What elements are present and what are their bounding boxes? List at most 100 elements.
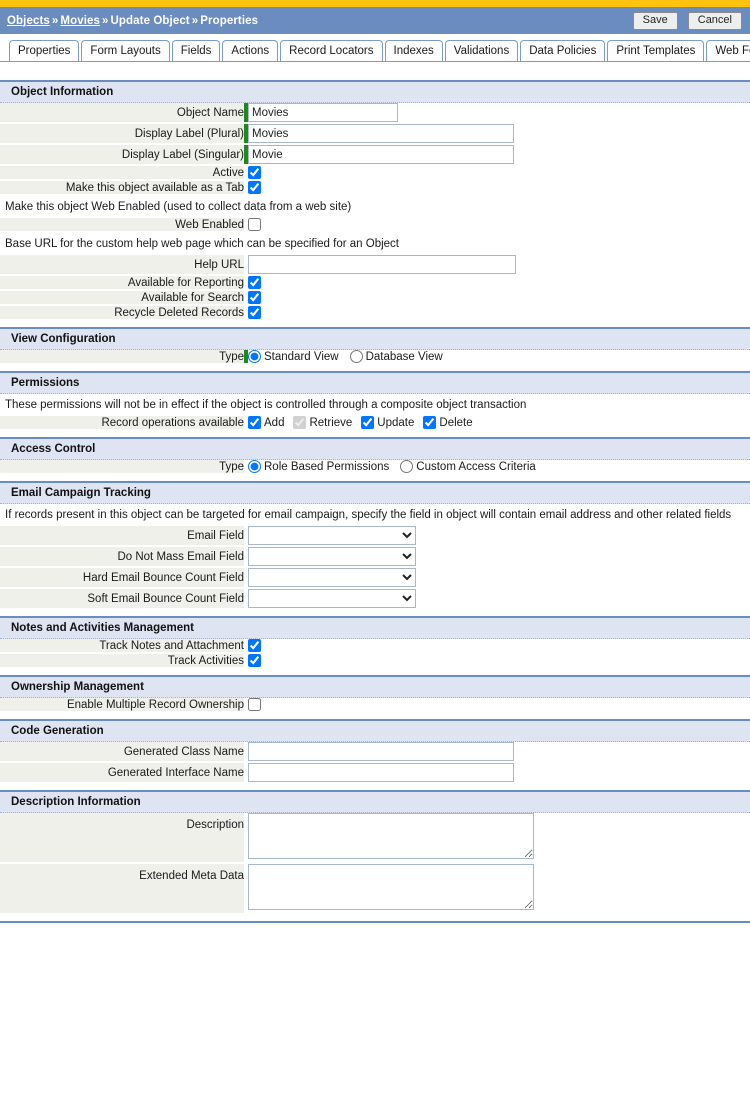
form-bottom-divider bbox=[0, 921, 750, 926]
field-record-operations: Add Retrieve Update Delete bbox=[248, 416, 750, 431]
soft-bounce-field-select[interactable] bbox=[248, 589, 416, 608]
label-help-url: Help URL bbox=[0, 255, 244, 276]
checkbox-delete[interactable]: Delete bbox=[423, 416, 473, 429]
tab-web-forms[interactable]: Web Forms bbox=[706, 40, 750, 61]
field-view-type: Standard View Database View bbox=[248, 350, 750, 365]
available-as-tab-checkbox[interactable] bbox=[248, 181, 261, 194]
label-generated-class-name: Generated Class Name bbox=[0, 742, 244, 763]
multiple-record-ownership-checkbox[interactable] bbox=[248, 698, 261, 711]
object-name-input[interactable] bbox=[248, 103, 398, 122]
add-checkbox[interactable] bbox=[248, 416, 261, 429]
available-for-search-checkbox[interactable] bbox=[248, 291, 261, 304]
hard-bounce-field-select[interactable] bbox=[248, 568, 416, 587]
accent-top-bar bbox=[0, 0, 750, 7]
breadcrumb: Objects» Movies» Update Object» Properties bbox=[7, 15, 633, 27]
tab-properties[interactable]: Properties bbox=[9, 40, 80, 61]
label-track-activities: Track Activities bbox=[0, 653, 244, 669]
update-checkbox[interactable] bbox=[361, 416, 375, 429]
field-email-field bbox=[248, 526, 750, 547]
field-do-not-mass-email-field bbox=[248, 546, 750, 568]
tab-print-templates[interactable]: Print Templates bbox=[607, 40, 705, 61]
record-operations-group: Add Retrieve Update Delete bbox=[248, 416, 750, 429]
tab-indexes[interactable]: Indexes bbox=[384, 40, 443, 61]
tab-validations[interactable]: Validations bbox=[444, 40, 519, 61]
section-header-code-generation: Code Generation bbox=[0, 719, 750, 742]
label-hard-bounce-field: Hard Email Bounce Count Field bbox=[0, 567, 244, 589]
track-notes-checkbox[interactable] bbox=[248, 639, 261, 652]
checkbox-retrieve: Retrieve bbox=[293, 416, 352, 429]
custom-access-criteria-radio[interactable] bbox=[400, 460, 414, 473]
email-field-select[interactable] bbox=[248, 526, 416, 545]
label-do-not-mass-email-field: Do Not Mass Email Field bbox=[0, 546, 244, 568]
label-object-name: Object Name bbox=[0, 103, 244, 124]
standard-view-radio[interactable] bbox=[248, 350, 261, 363]
section-header-view-configuration: View Configuration bbox=[0, 327, 750, 350]
ownership-rows: Enable Multiple Record Ownership bbox=[0, 698, 750, 713]
row-extended-meta-data: Extended Meta Data bbox=[0, 863, 750, 915]
label-soft-bounce-field: Soft Email Bounce Count Field bbox=[0, 588, 244, 610]
radio-custom-access-criteria[interactable]: Custom Access Criteria bbox=[400, 460, 536, 473]
row-display-label-singular: Display Label (Singular) bbox=[0, 144, 750, 166]
row-generated-class-name: Generated Class Name bbox=[0, 742, 750, 763]
standard-view-label: Standard View bbox=[264, 350, 339, 363]
delete-checkbox[interactable] bbox=[423, 416, 437, 429]
generated-class-name-input[interactable] bbox=[248, 742, 514, 761]
field-active bbox=[248, 165, 750, 181]
note-email-campaign: If records present in this object can be… bbox=[0, 504, 750, 526]
database-view-radio[interactable] bbox=[349, 350, 363, 363]
role-based-permissions-label: Role Based Permissions bbox=[264, 460, 390, 473]
checkbox-add[interactable]: Add bbox=[248, 416, 284, 429]
save-button[interactable]: Save bbox=[632, 11, 678, 30]
field-description bbox=[248, 813, 750, 864]
field-display-label-plural bbox=[248, 123, 750, 145]
access-type-radio-group: Role Based Permissions Custom Access Cri… bbox=[248, 460, 750, 473]
available-for-reporting-checkbox[interactable] bbox=[248, 276, 261, 289]
breadcrumb-item-update-object: Update Object bbox=[110, 14, 190, 27]
label-display-label-plural: Display Label (Plural) bbox=[0, 123, 244, 145]
label-access-type: Type bbox=[0, 460, 244, 475]
role-based-permissions-radio[interactable] bbox=[248, 460, 261, 473]
row-available-for-reporting: Available for Reporting bbox=[0, 275, 750, 291]
tab-fields[interactable]: Fields bbox=[171, 40, 221, 61]
tab-record-locators[interactable]: Record Locators bbox=[280, 40, 383, 61]
breadcrumb-link-movies[interactable]: Movies bbox=[60, 15, 100, 27]
command-bar: Objects» Movies» Update Object» Properties … bbox=[0, 7, 750, 34]
field-soft-bounce-field bbox=[248, 588, 750, 610]
row-do-not-mass-email-field: Do Not Mass Email Field bbox=[0, 546, 750, 568]
web-enabled-checkbox[interactable] bbox=[248, 218, 261, 231]
tab-form-layouts[interactable]: Form Layouts bbox=[81, 40, 170, 61]
breadcrumb-separator: » bbox=[191, 14, 199, 27]
code-generation-rows: Generated Class Name Generated Interface… bbox=[0, 742, 750, 784]
extended-meta-data-textarea[interactable] bbox=[248, 864, 534, 910]
cancel-button[interactable]: Cancel bbox=[687, 11, 742, 30]
field-generated-class-name bbox=[248, 742, 750, 763]
field-multiple-record-ownership bbox=[248, 698, 750, 713]
delete-label: Delete bbox=[439, 416, 473, 429]
field-recycle-deleted-records bbox=[248, 305, 750, 321]
breadcrumb-link-objects[interactable]: Objects bbox=[7, 15, 50, 27]
section-header-object-information: Object Information bbox=[0, 80, 750, 103]
active-checkbox[interactable] bbox=[248, 166, 261, 179]
tab-data-policies[interactable]: Data Policies bbox=[520, 40, 606, 61]
help-url-input[interactable] bbox=[248, 255, 516, 274]
label-active: Active bbox=[0, 165, 244, 181]
field-extended-meta-data bbox=[248, 863, 750, 915]
display-label-plural-input[interactable] bbox=[248, 124, 514, 143]
tab-content-spacer bbox=[0, 62, 750, 80]
display-label-singular-input[interactable] bbox=[248, 145, 514, 164]
row-record-operations: Record operations available Add Retrieve… bbox=[0, 416, 750, 431]
tab-actions[interactable]: Actions bbox=[222, 40, 279, 61]
row-track-activities: Track Activities bbox=[0, 653, 750, 669]
generated-interface-name-input[interactable] bbox=[248, 763, 514, 782]
radio-database-view[interactable]: Database View bbox=[349, 350, 443, 363]
breadcrumb-separator: » bbox=[51, 14, 59, 27]
track-activities-checkbox[interactable] bbox=[248, 654, 261, 667]
recycle-deleted-records-checkbox[interactable] bbox=[248, 306, 261, 319]
row-display-label-plural: Display Label (Plural) bbox=[0, 123, 750, 145]
description-textarea[interactable] bbox=[248, 813, 534, 859]
do-not-mass-email-field-select[interactable] bbox=[248, 547, 416, 566]
object-information-rows: Object Name Display Label (Plural) Displ… bbox=[0, 103, 750, 196]
checkbox-update[interactable]: Update bbox=[361, 416, 414, 429]
radio-role-based-permissions[interactable]: Role Based Permissions bbox=[248, 460, 389, 473]
radio-standard-view[interactable]: Standard View bbox=[248, 350, 339, 363]
